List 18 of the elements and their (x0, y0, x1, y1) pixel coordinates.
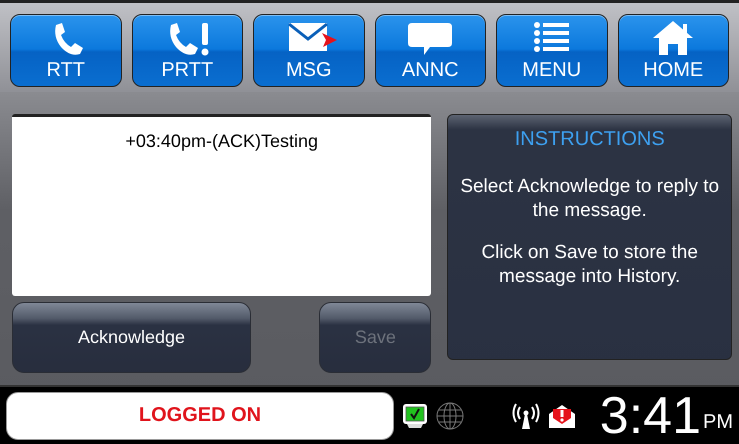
nav-button[interactable]: MENU (496, 14, 608, 87)
nav-button[interactable]: RTT (10, 14, 122, 87)
clock-meridiem: PM (703, 411, 733, 434)
acknowledge-button[interactable]: Acknowledge (12, 302, 251, 373)
message-line: +03:40pm-(ACK)Testing (124, 131, 319, 152)
instruction-text: Select Acknowledge to reply to the message. (459, 175, 720, 223)
status-field: LOGGED ON (6, 392, 394, 440)
globe-icon (436, 402, 464, 430)
monitor-check-icon (402, 402, 428, 428)
nav-button[interactable]: MSG (253, 14, 364, 87)
mail-alert-icon (548, 402, 576, 428)
nav-button[interactable]: PRTT (132, 14, 243, 87)
instruction-text: Click on Save to store the message into History. (480, 241, 699, 289)
nav-button[interactable]: HOME (618, 14, 729, 87)
instructions-title: INSTRUCTIONS (514, 127, 665, 151)
antenna-icon (512, 402, 540, 428)
clock-time: 3:41 (600, 390, 701, 442)
nav-button[interactable]: ANNC (374, 14, 486, 87)
